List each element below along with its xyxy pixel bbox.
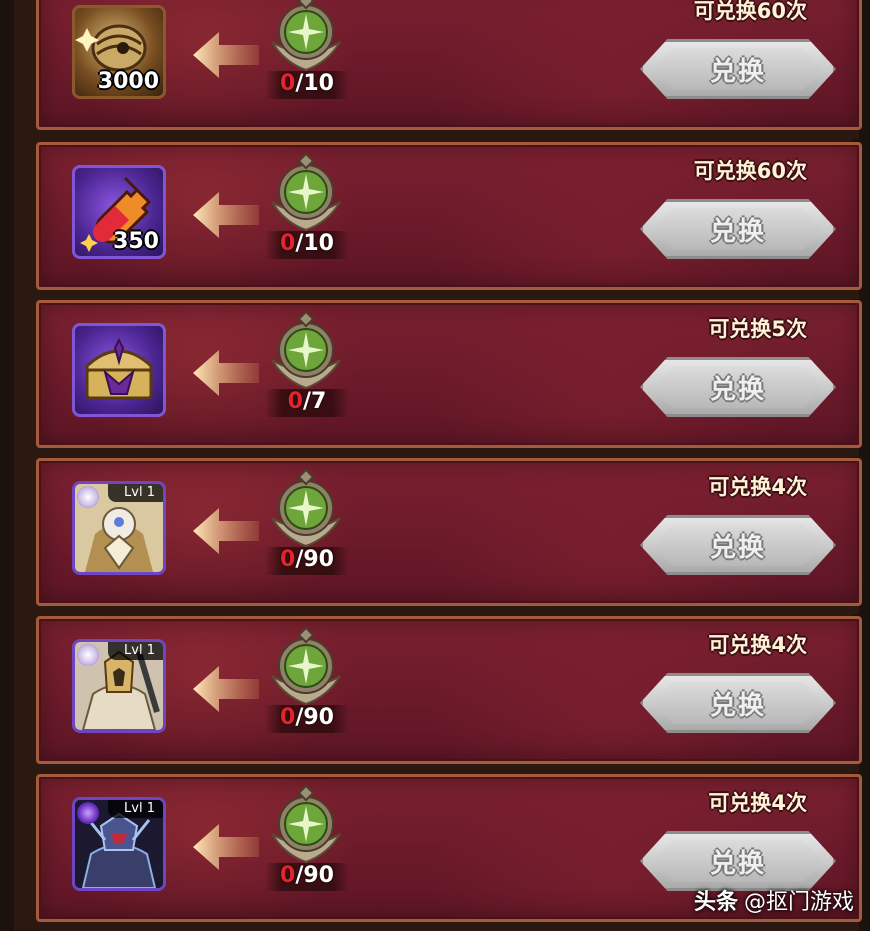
exchange-button[interactable]: 兑换 xyxy=(640,357,836,417)
exchange-button-label: 兑换 xyxy=(709,216,766,247)
arrow-left-icon xyxy=(193,32,259,78)
faction-badge-icon xyxy=(77,644,99,666)
hero-portrait-dark-icon[interactable]: Lvl 1 xyxy=(72,797,166,891)
arrow-left-icon xyxy=(193,350,259,396)
chest-item-icon[interactable] xyxy=(72,323,166,417)
potion-item-icon[interactable]: 350 xyxy=(72,165,166,259)
hero-level-label: Lvl 1 xyxy=(108,484,163,502)
exchange-limit-label: 可兑换4次 xyxy=(708,791,807,815)
exchange-list: 3000 0/10 可兑换60次 兑换 350 0/10 可兑换60次 兑换 0… xyxy=(14,0,862,931)
exchange-limit-label: 可兑换60次 xyxy=(693,0,807,23)
hero-portrait-knight-icon[interactable]: Lvl 1 xyxy=(72,639,166,733)
hero-level-label: Lvl 1 xyxy=(108,800,163,818)
cost-required: /10 xyxy=(295,231,334,256)
cost-owned: 0 xyxy=(280,547,296,572)
cost-required: /90 xyxy=(295,863,334,888)
arrow-left-icon xyxy=(193,666,259,712)
exchange-button-label: 兑换 xyxy=(709,848,766,879)
cost-counter: 0/90 xyxy=(265,547,349,575)
cost-owned: 0 xyxy=(280,231,296,256)
cost-counter: 0/90 xyxy=(265,705,349,733)
cost-required: /90 xyxy=(295,705,334,730)
cost-owned: 0 xyxy=(280,863,296,888)
exchange-row: Lvl 1 0/90 可兑换4次 兑换 xyxy=(36,458,862,615)
faction-badge-icon xyxy=(77,486,99,508)
green-emblem-icon xyxy=(271,0,341,72)
arrow-left-icon xyxy=(193,508,259,554)
green-emblem-icon xyxy=(271,152,341,232)
green-emblem-icon xyxy=(271,310,341,390)
exchange-row: Lvl 1 0/90 可兑换4次 兑换 xyxy=(36,616,862,773)
hero-portrait-light-icon[interactable]: Lvl 1 xyxy=(72,481,166,575)
cost-required: /7 xyxy=(302,389,327,414)
cost-required: /10 xyxy=(295,71,334,96)
green-emblem-icon xyxy=(271,784,341,864)
watermark: 头条 @抠门游戏 xyxy=(694,884,854,916)
watermark-text: @抠门游戏 xyxy=(743,890,854,915)
exchange-row: 0/7 可兑换5次 兑换 xyxy=(36,300,862,457)
cost-counter: 0/7 xyxy=(265,389,349,417)
cost-owned: 0 xyxy=(280,71,296,96)
arrow-left-icon xyxy=(193,192,259,238)
arrow-left-icon xyxy=(193,824,259,870)
green-emblem-icon xyxy=(271,626,341,706)
exchange-row: 350 0/10 可兑换60次 兑换 xyxy=(36,142,862,299)
exchange-button-label: 兑换 xyxy=(709,56,766,87)
faction-badge-icon xyxy=(77,802,99,824)
exchange-button[interactable]: 兑换 xyxy=(640,199,836,259)
exchange-button-label: 兑换 xyxy=(709,532,766,563)
watermark-logo: 头条 xyxy=(693,890,738,915)
cost-counter: 0/10 xyxy=(265,231,349,259)
exchange-row: 3000 0/10 可兑换60次 兑换 xyxy=(36,0,862,139)
exchange-limit-label: 可兑换5次 xyxy=(708,317,807,341)
exchange-button[interactable]: 兑换 xyxy=(640,515,836,575)
cost-owned: 0 xyxy=(280,705,296,730)
cost-counter: 0/90 xyxy=(265,863,349,891)
exchange-button-label: 兑换 xyxy=(709,690,766,721)
item-quantity: 350 xyxy=(113,229,159,254)
hero-level-label: Lvl 1 xyxy=(108,642,163,660)
green-emblem-icon xyxy=(271,468,341,548)
item-quantity: 3000 xyxy=(97,69,159,94)
exchange-limit-label: 可兑换4次 xyxy=(708,633,807,657)
exchange-button[interactable]: 兑换 xyxy=(640,39,836,99)
exchange-limit-label: 可兑换4次 xyxy=(708,475,807,499)
cost-required: /90 xyxy=(295,547,334,572)
scroll-item-icon[interactable]: 3000 xyxy=(72,5,166,99)
exchange-limit-label: 可兑换60次 xyxy=(693,159,807,183)
exchange-button-label: 兑换 xyxy=(709,374,766,405)
cost-owned: 0 xyxy=(287,389,303,414)
cost-counter: 0/10 xyxy=(265,71,349,99)
exchange-button[interactable]: 兑换 xyxy=(640,673,836,733)
exchange-button[interactable]: 兑换 xyxy=(640,831,836,891)
